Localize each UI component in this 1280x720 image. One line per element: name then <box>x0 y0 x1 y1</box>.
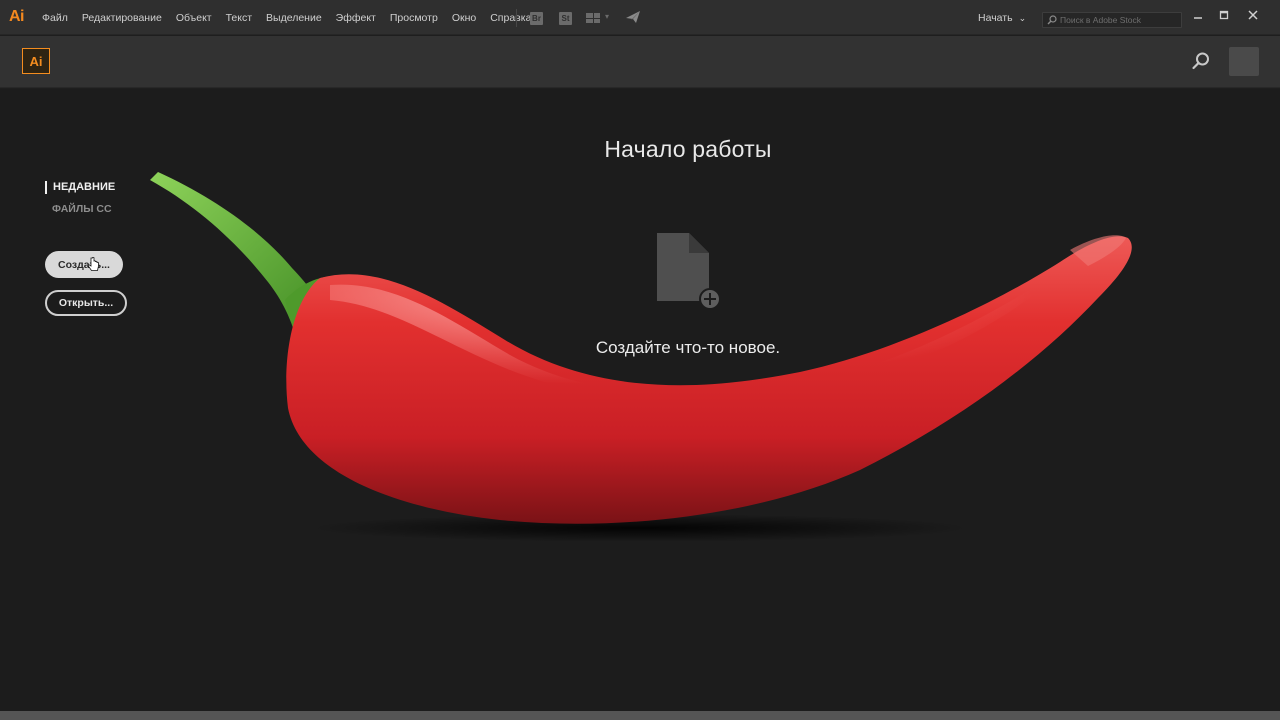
workspace-switcher[interactable]: Начать ⌄ <box>978 12 1026 24</box>
menu-file[interactable]: Файл <box>42 12 68 24</box>
avatar[interactable] <box>1229 47 1259 76</box>
start-workspace: НЕДАВНИЕ ФАЙЛЫ CC Создать... Открыть... … <box>0 89 1280 712</box>
page-title: Начало работы <box>604 136 772 162</box>
hand-cursor-icon <box>87 256 100 277</box>
menu-type[interactable]: Текст <box>226 12 252 24</box>
close-icon[interactable] <box>1245 8 1261 22</box>
send-rocket-icon[interactable] <box>625 10 641 29</box>
stock-search-field[interactable] <box>1042 12 1182 28</box>
menu-view[interactable]: Просмотр <box>390 12 438 24</box>
chevron-down-icon: ⌄ <box>1018 12 1027 23</box>
open-button[interactable]: Открыть... <box>45 290 127 316</box>
menu-edit[interactable]: Редактирование <box>82 12 162 24</box>
main-menu: Файл Редактирование Объект Текст Выделен… <box>42 0 545 35</box>
menu-divider <box>516 9 517 27</box>
window-bottom-border <box>0 711 1280 720</box>
create-new-button[interactable]: Создать... <box>45 251 123 278</box>
cc-files-tab[interactable]: ФАЙЛЫ CC <box>52 203 112 215</box>
recent-files-tab[interactable]: НЕДАВНИЕ <box>45 181 115 194</box>
chevron-down-icon[interactable]: ▾ <box>605 12 609 21</box>
app-logo-small: Ai <box>9 8 25 25</box>
arrange-documents-icon[interactable] <box>586 13 600 23</box>
start-header: Ai <box>0 36 1280 88</box>
stock-search-input[interactable] <box>1060 15 1175 25</box>
search-icon <box>1047 15 1057 25</box>
minimize-icon[interactable] <box>1190 8 1206 22</box>
search-icon[interactable] <box>1191 51 1211 76</box>
new-document-plus-icon[interactable] <box>655 233 723 318</box>
create-prompt: Создайте что-то новое. <box>595 338 781 357</box>
bridge-icon[interactable]: Br <box>530 12 543 25</box>
menu-object[interactable]: Объект <box>176 12 212 24</box>
menu-help[interactable]: Справка <box>490 12 531 24</box>
menu-select[interactable]: Выделение <box>266 12 322 24</box>
app-logo: Ai <box>22 48 50 74</box>
maximize-icon[interactable] <box>1216 8 1232 22</box>
menu-bar: Ai Файл Редактирование Объект Текст Выде… <box>0 0 1280 35</box>
pepper-illustration <box>150 172 1132 542</box>
stock-icon[interactable]: St <box>559 12 572 25</box>
menu-window[interactable]: Окно <box>452 12 476 24</box>
workspace-label: Начать <box>978 12 1013 24</box>
menu-effect[interactable]: Эффект <box>336 12 376 24</box>
